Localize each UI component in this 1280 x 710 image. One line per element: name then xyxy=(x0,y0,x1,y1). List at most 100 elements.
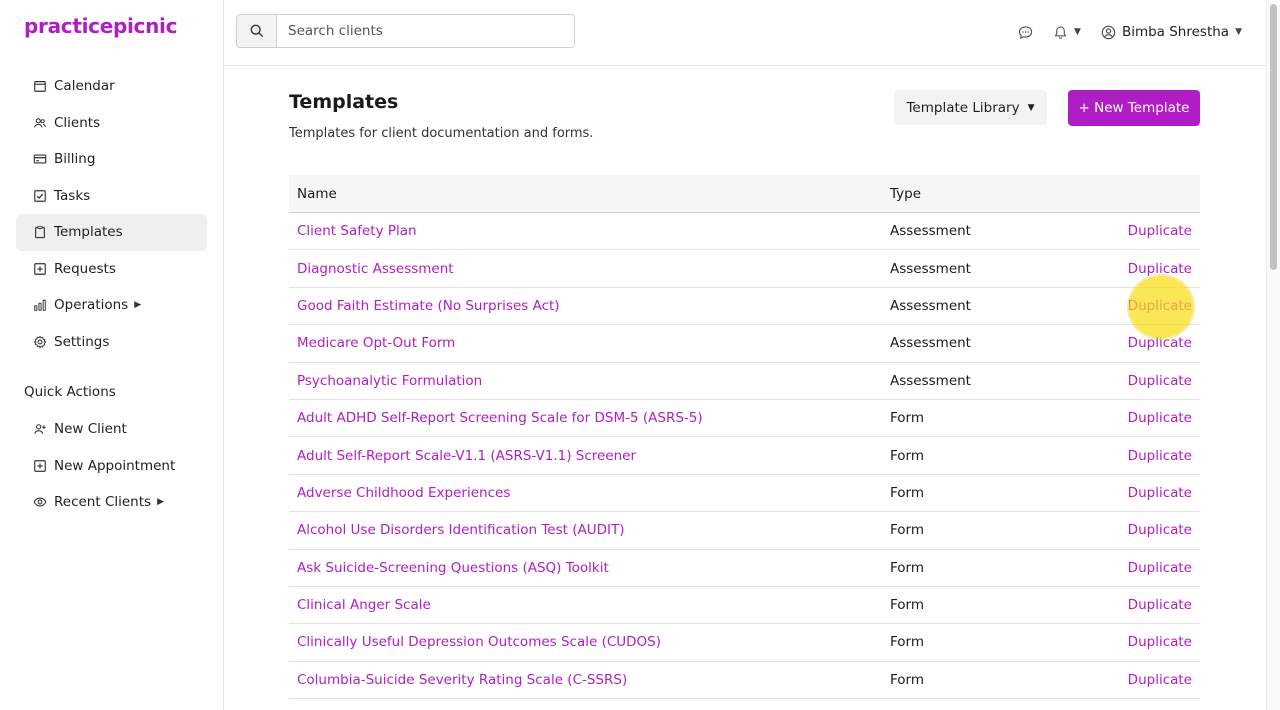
template-type: Form xyxy=(890,484,925,501)
quick-actions: New Client New Appointment Recent Clients ▶ xyxy=(16,411,207,521)
template-type: Form xyxy=(890,410,925,427)
messages-button[interactable] xyxy=(1014,18,1037,46)
template-name-link[interactable]: Good Faith Estimate (No Surprises Act) xyxy=(289,298,890,314)
brand-logo[interactable]: practicepicnic xyxy=(24,14,177,38)
credit-card-icon xyxy=(32,152,47,167)
page-subtitle: Templates for client documentation and f… xyxy=(289,126,594,141)
bell-icon xyxy=(1054,25,1067,39)
quick-actions-title: Quick Actions xyxy=(24,384,116,400)
duplicate-link[interactable]: Duplicate xyxy=(1120,298,1200,314)
sidebar-item-templates[interactable]: Templates xyxy=(16,214,207,251)
chevron-down-icon: ▼ xyxy=(1074,27,1081,37)
template-library-label: Template Library xyxy=(906,99,1020,116)
user-name: Bimba Shrestha xyxy=(1121,24,1230,40)
table-row: Clinically Useful Depression Outcomes Sc… xyxy=(289,624,1200,662)
sidebar-item-label: Calendar xyxy=(54,78,115,95)
sidebar-item-requests[interactable]: Requests xyxy=(16,251,207,288)
sidebar-item-label: Clients xyxy=(54,114,101,131)
template-name-link[interactable]: Clinically Useful Depression Outcomes Sc… xyxy=(289,634,890,650)
sidebar-item-new-client[interactable]: New Client xyxy=(16,411,207,448)
table-row: Clinical Anger Scale Form Duplicate xyxy=(289,587,1200,625)
calendar-icon xyxy=(32,79,47,94)
templates-table: Name Type Client Safety Plan Assessment Du… xyxy=(289,175,1200,700)
duplicate-link[interactable]: Duplicate xyxy=(1120,560,1200,576)
template-name-link[interactable]: Diagnostic Assessment xyxy=(289,261,890,277)
sidebar-item-calendar[interactable]: Calendar xyxy=(16,68,207,105)
plus-square-icon xyxy=(32,261,47,276)
duplicate-link[interactable]: Duplicate xyxy=(1120,634,1200,650)
sidebar-item-new-appointment[interactable]: New Appointment xyxy=(16,448,207,485)
search-input[interactable] xyxy=(277,15,574,47)
template-type: Assessment xyxy=(890,297,971,314)
header-actions: ▼ Bimba Shrestha ▼ xyxy=(1014,18,1246,46)
table-body: Client Safety Plan Assessment Duplicate Dia… xyxy=(289,213,1200,700)
duplicate-link[interactable]: Duplicate xyxy=(1120,597,1200,613)
sidebar-item-label: New Appointment xyxy=(54,457,176,474)
table-row: Medicare Opt-Out Form Assessment Duplicate xyxy=(289,325,1200,363)
chevron-down-icon: ▼ xyxy=(1027,102,1035,113)
table-row: Ask Suicide-Screening Questions (ASQ) To… xyxy=(289,550,1200,587)
sidebar-item-recent-clients[interactable]: Recent Clients ▶ xyxy=(16,484,207,521)
sidebar-item-label: Operations xyxy=(54,297,129,314)
sidebar-item-clients[interactable]: Clients xyxy=(16,105,207,142)
table-row: Adverse Childhood Experiences Form Duplica… xyxy=(289,475,1200,513)
template-name-link[interactable]: Adverse Childhood Experiences xyxy=(289,485,890,501)
duplicate-link[interactable]: Duplicate xyxy=(1120,672,1200,688)
gear-icon xyxy=(32,334,47,349)
template-type: Form xyxy=(890,597,925,614)
template-name-link[interactable]: Client Safety Plan xyxy=(289,223,890,239)
duplicate-link[interactable]: Duplicate xyxy=(1120,522,1200,538)
template-type: Form xyxy=(890,671,925,688)
chevron-right-icon: ▶ xyxy=(157,497,164,508)
sidebar-item-operations[interactable]: Operations ▶ xyxy=(16,287,207,324)
checkbox-icon xyxy=(32,188,47,203)
template-name-link[interactable]: Adult ADHD Self-Report Screening Scale f… xyxy=(289,410,890,426)
page-scrollbar[interactable] xyxy=(1266,0,1280,710)
sidebar-nav: Calendar Clients Billing Tasks Templates Requ… xyxy=(16,68,207,360)
sidebar-item-label: Settings xyxy=(54,333,110,350)
template-type: Form xyxy=(890,447,925,464)
table-row: Good Faith Estimate (No Surprises Act) As… xyxy=(289,288,1200,326)
table-row: Adult Self-Report Scale-V1.1 (ASRS-V1.1)… xyxy=(289,437,1200,475)
template-name-link[interactable]: Clinical Anger Scale xyxy=(289,597,890,613)
clipboard-icon xyxy=(32,225,47,240)
sidebar-item-label: Tasks xyxy=(54,187,91,204)
user-menu[interactable]: Bimba Shrestha ▼ xyxy=(1097,18,1246,46)
template-name-link[interactable]: Columbia-Suicide Severity Rating Scale (… xyxy=(289,672,890,688)
table-header: Name Type xyxy=(289,175,1200,213)
search-box xyxy=(236,14,575,48)
template-type: Form xyxy=(890,522,925,539)
page-title: Templates xyxy=(289,91,399,113)
template-type: Assessment xyxy=(890,335,971,352)
search-button[interactable] xyxy=(237,15,277,47)
duplicate-link[interactable]: Duplicate xyxy=(1120,223,1200,239)
template-name-link[interactable]: Psychoanalytic Formulation xyxy=(289,373,890,389)
sidebar-item-tasks[interactable]: Tasks xyxy=(16,178,207,215)
template-name-link[interactable]: Ask Suicide-Screening Questions (ASQ) To… xyxy=(289,560,890,576)
duplicate-link[interactable]: Duplicate xyxy=(1120,335,1200,351)
notifications-button[interactable]: ▼ xyxy=(1049,18,1085,46)
chevron-down-icon: ▼ xyxy=(1235,27,1242,37)
template-type: Form xyxy=(890,634,925,651)
table-row: Alcohol Use Disorders Identification Tes… xyxy=(289,512,1200,550)
chat-bubble-icon xyxy=(1018,25,1033,39)
template-name-link[interactable]: Adult Self-Report Scale-V1.1 (ASRS-V1.1)… xyxy=(289,448,890,464)
duplicate-link[interactable]: Duplicate xyxy=(1120,485,1200,501)
template-name-link[interactable]: Medicare Opt-Out Form xyxy=(289,335,890,351)
sidebar-item-billing[interactable]: Billing xyxy=(16,141,207,178)
duplicate-link[interactable]: Duplicate xyxy=(1120,373,1200,389)
template-type: Form xyxy=(890,559,925,576)
sidebar-item-label: New Client xyxy=(54,421,127,438)
template-library-dropdown[interactable]: Template Library ▼ xyxy=(894,90,1047,125)
scrollbar-thumb[interactable] xyxy=(1270,4,1277,270)
duplicate-link[interactable]: Duplicate xyxy=(1120,410,1200,426)
sidebar-item-label: Requests xyxy=(54,260,116,277)
duplicate-link[interactable]: Duplicate xyxy=(1120,448,1200,464)
table-row: Psychoanalytic Formulation Assessment Dupl… xyxy=(289,363,1200,400)
table-row: Columbia-Suicide Severity Rating Scale (… xyxy=(289,662,1200,700)
new-template-button[interactable]: + New Template xyxy=(1068,90,1200,126)
eye-icon xyxy=(32,495,47,510)
duplicate-link[interactable]: Duplicate xyxy=(1120,261,1200,277)
template-name-link[interactable]: Alcohol Use Disorders Identification Tes… xyxy=(289,522,890,538)
sidebar-item-settings[interactable]: Settings xyxy=(16,324,207,361)
